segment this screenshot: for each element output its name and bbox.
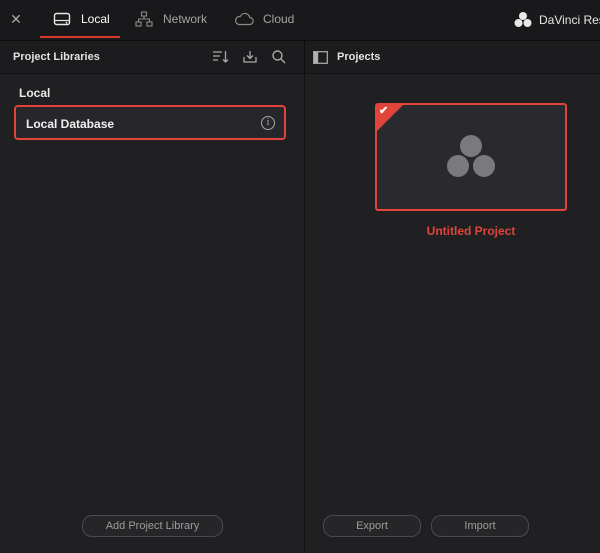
add-project-library-button[interactable]: Add Project Library: [82, 515, 223, 537]
davinci-logo-icon: [447, 135, 495, 177]
projects-title: Projects: [337, 51, 381, 63]
tab-cloud[interactable]: Cloud: [234, 0, 294, 38]
davinci-logo-icon: [514, 12, 532, 27]
tab-network-label: Network: [163, 12, 208, 26]
info-icon[interactable]: i: [261, 116, 275, 130]
tab-local-label: Local: [81, 12, 110, 26]
import-button[interactable]: Import: [431, 515, 529, 537]
sort-icon[interactable]: [212, 49, 230, 65]
project-thumbnail[interactable]: ✔: [375, 103, 567, 211]
search-icon[interactable]: [270, 49, 288, 65]
panel-title: Project Libraries: [13, 51, 100, 63]
brand-name: DaVinci Res: [539, 12, 600, 27]
export-button[interactable]: Export: [323, 515, 421, 537]
brand: DaVinci Res: [514, 11, 600, 28]
projects-panel: Projects ✔ Untitled Project Export Impor…: [305, 41, 600, 553]
network-icon: [134, 11, 154, 27]
project-libraries-header: Project Libraries: [0, 41, 304, 74]
hard-drive-icon: [52, 11, 72, 27]
checkmark-icon: ✔: [379, 105, 389, 117]
group-label-local: Local: [19, 86, 51, 100]
project-name[interactable]: Untitled Project: [375, 224, 567, 238]
project-libraries-panel: Project Libraries Local Local Database i…: [0, 41, 305, 553]
library-item-local-database[interactable]: Local Database i: [14, 105, 286, 140]
library-item-label: Local Database: [26, 117, 115, 131]
close-icon[interactable]: ✕: [9, 12, 23, 26]
tab-local[interactable]: Local: [40, 0, 120, 38]
top-bar: ✕ Local Network Cloud DaVinci Res: [0, 0, 600, 41]
tab-network[interactable]: Network: [134, 0, 207, 38]
projects-header: Projects: [305, 41, 600, 74]
import-icon[interactable]: [241, 49, 259, 65]
tab-cloud-label: Cloud: [263, 12, 295, 26]
sidebar-toggle-icon[interactable]: [311, 49, 329, 65]
cloud-icon: [234, 11, 254, 27]
